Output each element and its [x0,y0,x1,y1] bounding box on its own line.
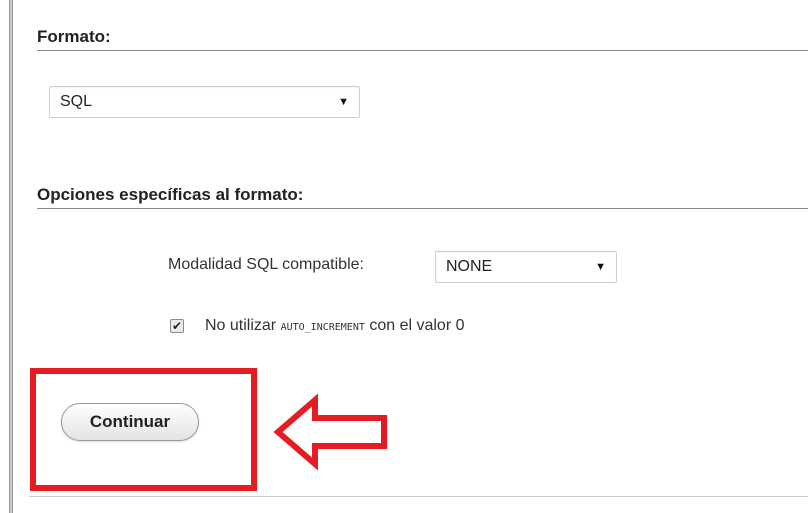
auto-increment-label: No utilizar AUTO_INCREMENT con el valor … [205,316,464,338]
format-select-value: SQL [60,93,93,110]
format-select[interactable]: SQL ▼ [49,86,360,118]
format-heading: Formato: [37,27,808,51]
auto-increment-text-after: con el valor 0 [364,317,465,334]
left-divider [9,0,13,513]
auto-increment-code: AUTO_INCREMENT [280,322,365,333]
sql-compat-value: NONE [446,258,493,275]
auto-increment-checkbox[interactable]: ✔ [170,319,184,333]
left-arrow-icon [273,393,387,471]
chevron-down-icon: ▼ [595,261,606,273]
auto-increment-text-before: No utilizar [205,317,281,334]
sql-compat-label: Modalidad SQL compatible: [168,256,364,273]
export-page: Formato: SQL ▼ Opciones específicas al f… [0,0,808,513]
format-options-heading: Opciones específicas al formato: [37,185,808,209]
continue-button[interactable]: Continuar [61,403,199,441]
bottom-divider [29,496,808,497]
checkmark-icon: ✔ [171,319,183,333]
chevron-down-icon: ▼ [338,96,349,108]
sql-compat-select[interactable]: NONE ▼ [435,251,617,283]
